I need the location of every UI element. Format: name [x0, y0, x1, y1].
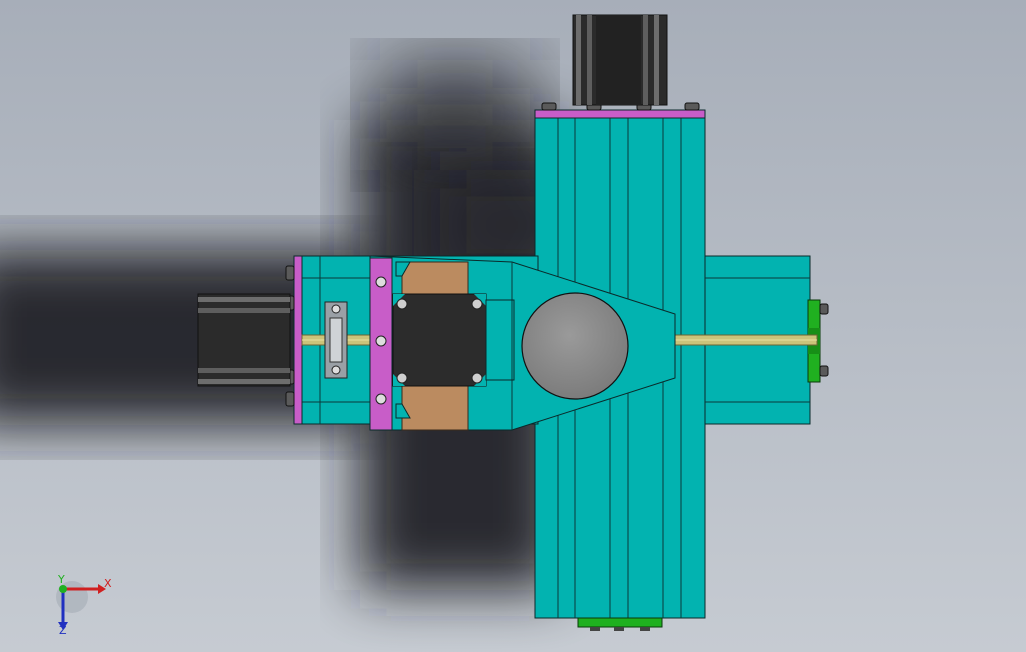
- bronze-guide-top[interactable]: [401, 261, 469, 297]
- y-stepper-motor[interactable]: [572, 14, 668, 106]
- y-bottom-bracket[interactable]: [577, 617, 663, 631]
- triad-x-label: X: [104, 577, 112, 590]
- shaft-coupler[interactable]: [324, 301, 348, 379]
- x-stepper-motor[interactable]: [197, 293, 291, 387]
- spindle-disk[interactable]: [521, 292, 629, 400]
- bronze-guide-bottom[interactable]: [401, 385, 469, 431]
- cad-scene[interactable]: X Y Z: [0, 0, 1026, 652]
- x-left-end-plate[interactable]: [293, 255, 303, 425]
- triad-y-label: Y: [57, 573, 65, 586]
- triad-z-label: Z: [59, 624, 67, 637]
- y-top-end-plate[interactable]: [534, 109, 706, 119]
- cad-viewport[interactable]: X Y Z: [0, 0, 1026, 652]
